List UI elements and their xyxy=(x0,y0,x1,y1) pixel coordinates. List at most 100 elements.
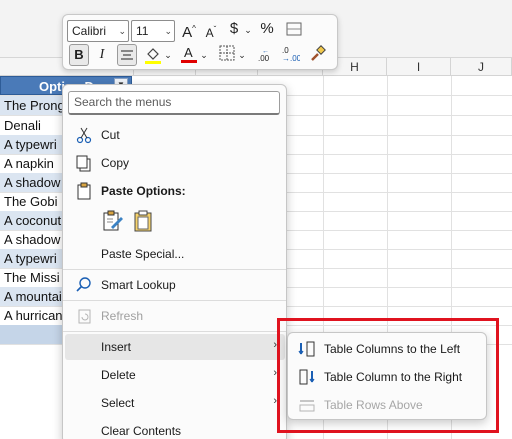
table-cell[interactable]: A napkin xyxy=(0,154,62,173)
insert-column-right-icon xyxy=(299,369,315,385)
table-cell[interactable]: The Gobi xyxy=(0,192,62,211)
submenu-item-table-column-right[interactable]: Table Column to the Right xyxy=(292,364,484,390)
fill-color-button[interactable] xyxy=(143,45,163,70)
table-cell[interactable]: A typewri xyxy=(0,135,62,154)
decrease-decimal-button[interactable]: ← .00 xyxy=(255,45,277,68)
grow-font-label: A xyxy=(182,24,193,41)
table-cell[interactable]: A mountai xyxy=(0,287,62,306)
menu-item-smart-lookup[interactable]: Smart Lookup xyxy=(65,272,285,298)
menu-item-refresh[interactable]: Refresh xyxy=(65,303,285,329)
clipboard-icon xyxy=(77,182,91,200)
menu-item-clear-contents[interactable]: Clear Contents xyxy=(65,418,285,439)
menu-item-label: Paste Options: xyxy=(101,184,186,198)
insert-column-left-icon xyxy=(298,341,315,357)
svg-text:→.00: →.00 xyxy=(282,54,300,63)
italic-label: I xyxy=(99,47,105,62)
borders-icon xyxy=(219,45,235,61)
bold-button[interactable]: B xyxy=(69,44,89,66)
font-size-box[interactable]: 11 ⌄ xyxy=(131,20,175,42)
chevron-down-icon: ⌄ xyxy=(164,26,172,36)
font-color-swatch xyxy=(181,60,197,63)
mini-toolbar: Calibri ⌄ 11 ⌄ A^ Aˇ $ ⌄ % B I ⌄ A ⌄ ⌄ ←… xyxy=(62,14,338,70)
format-painter-button[interactable] xyxy=(307,45,329,68)
font-name-box[interactable]: Calibri ⌄ xyxy=(67,20,129,42)
table-cell[interactable]: A hurrican xyxy=(0,306,62,325)
scissors-icon xyxy=(76,127,92,144)
column-label: I xyxy=(416,60,421,74)
column-header-j[interactable]: J xyxy=(451,58,512,76)
borders-button[interactable] xyxy=(217,45,237,66)
bold-label: B xyxy=(74,47,84,62)
paste-icon[interactable] xyxy=(131,209,155,233)
menu-item-label: Cut xyxy=(101,128,120,142)
menu-separator xyxy=(63,331,286,332)
submenu-item-label: Table Columns to the Left xyxy=(324,342,461,356)
percent-button[interactable]: % xyxy=(257,20,277,38)
align-center-icon xyxy=(121,50,133,60)
menu-item-label: Copy xyxy=(101,156,130,170)
column-label: J xyxy=(478,60,484,74)
menu-item-select[interactable]: Select › xyxy=(65,390,285,416)
shrink-font-button[interactable]: Aˇ xyxy=(201,21,221,42)
font-color-button[interactable]: A xyxy=(179,44,199,68)
table-cell[interactable]: A shadow xyxy=(0,173,62,192)
fill-color-swatch xyxy=(145,61,161,64)
chevron-down-icon[interactable]: ⌄ xyxy=(237,46,247,64)
increase-decimal-button[interactable]: .0 →.00 xyxy=(279,45,302,68)
table-cell[interactable]: A shadow xyxy=(0,230,62,249)
table-cell-selected[interactable] xyxy=(0,325,62,344)
menu-item-paste-special[interactable]: Paste Special... xyxy=(65,241,285,267)
table-cell[interactable]: The Prong xyxy=(0,96,62,115)
insert-submenu: Table Columns to the Left Table Column t… xyxy=(287,332,487,420)
chevron-down-icon[interactable]: ⌄ xyxy=(243,21,253,39)
menu-item-label: Paste Special... xyxy=(101,247,185,261)
submenu-item-table-columns-left[interactable]: Table Columns to the Left xyxy=(292,336,484,362)
menu-separator xyxy=(63,300,286,301)
decrease-decimal-icon: ←.00 xyxy=(258,48,270,63)
submenu-item-label: Table Rows Above xyxy=(324,398,423,412)
currency-button[interactable]: $ xyxy=(225,20,243,38)
menu-item-label: Select xyxy=(101,396,135,410)
menu-item-label: Smart Lookup xyxy=(101,278,176,292)
menu-item-paste-options: Paste Options: xyxy=(65,178,285,204)
column-label: H xyxy=(350,60,359,74)
increase-decimal-icon: .0→.00 xyxy=(282,46,302,63)
table-cell[interactable]: A coconut xyxy=(0,211,62,230)
shrink-font-label: A xyxy=(205,26,214,40)
menu-separator xyxy=(63,269,286,270)
menu-item-insert[interactable]: Insert › xyxy=(65,334,285,360)
refresh-icon xyxy=(78,309,91,324)
context-menu: Search the menus Cut Copy Paste Options:… xyxy=(62,84,287,439)
font-color-icon: A xyxy=(181,45,197,63)
chevron-down-icon[interactable]: ⌄ xyxy=(199,46,209,64)
font-name-value: Calibri xyxy=(72,24,107,38)
font-size-value: 11 xyxy=(136,24,149,38)
menu-item-copy[interactable]: Copy xyxy=(65,150,285,176)
percent-label: % xyxy=(260,20,274,37)
submenu-item-label: Table Column to the Right xyxy=(324,370,463,384)
italic-button[interactable]: I xyxy=(93,46,111,64)
chevron-down-icon: ⌄ xyxy=(118,26,126,36)
menu-item-label: Clear Contents xyxy=(101,424,182,438)
table-cell[interactable]: Denali xyxy=(0,116,62,135)
copy-icon xyxy=(76,155,91,172)
paste-formatting-icon[interactable] xyxy=(101,209,125,233)
menu-item-label: Insert xyxy=(101,340,132,354)
menu-item-label: Delete xyxy=(101,368,136,382)
search-icon xyxy=(76,277,91,292)
svg-text:.00: .00 xyxy=(258,54,270,63)
paint-bucket-icon xyxy=(145,48,161,64)
menu-search-input[interactable]: Search the menus xyxy=(68,91,280,115)
submenu-item-table-rows-above[interactable]: Table Rows Above xyxy=(292,392,484,418)
comma-style-icon[interactable] xyxy=(283,20,305,43)
column-header-i[interactable]: I xyxy=(387,58,451,76)
menu-item-delete[interactable]: Delete › xyxy=(65,362,285,388)
menu-item-cut[interactable]: Cut xyxy=(65,122,285,148)
currency-label: $ xyxy=(229,20,239,37)
chevron-down-icon[interactable]: ⌄ xyxy=(163,46,173,64)
align-center-button[interactable] xyxy=(117,44,137,66)
menu-search-placeholder: Search the menus xyxy=(74,95,172,109)
table-cell[interactable]: The Missi xyxy=(0,268,62,287)
grow-font-button[interactable]: A^ xyxy=(179,20,199,42)
table-cell[interactable]: A typewri xyxy=(0,249,62,268)
